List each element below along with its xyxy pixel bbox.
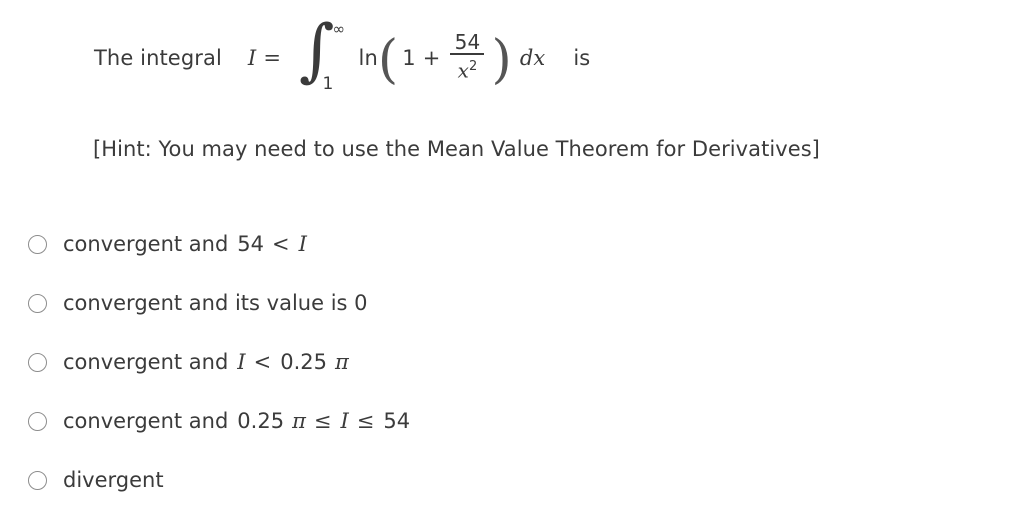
- answer-option-2[interactable]: convergent and its value is 0: [28, 287, 988, 319]
- answer-option-4-label: convergent and 0.25 π ≤ I ≤ 54: [63, 409, 410, 433]
- integral-limits: ∞ 1: [323, 18, 355, 96]
- integral-upper-limit: ∞: [332, 20, 346, 38]
- integral-lower-limit: 1: [322, 74, 334, 94]
- differential-dx: dx: [519, 46, 546, 70]
- option-3-pi: π: [334, 350, 349, 374]
- answer-option-3-label: convergent and I < 0.25 π: [63, 350, 349, 374]
- option-1-number: 54: [237, 232, 265, 256]
- option-4-relation-1: ≤: [313, 409, 332, 433]
- option-3-text: convergent and: [63, 350, 229, 374]
- option-2-text: convergent and its value is 0: [63, 291, 368, 315]
- option-4-relation-2: ≤: [356, 409, 375, 433]
- radio-button-option-1[interactable]: [28, 234, 47, 254]
- option-3-number: 0.25: [280, 350, 327, 374]
- fraction-denominator: x2: [455, 55, 481, 83]
- answer-option-1[interactable]: convergent and 54 < I: [28, 228, 988, 260]
- option-4-pi: π: [292, 409, 306, 433]
- radio-button-option-4[interactable]: [28, 411, 47, 431]
- question-stem: The integral I = ∫ ∞ 1 ln ( 1 + 54 x2 ) …: [94, 12, 591, 98]
- answer-option-5-label: divergent: [63, 468, 164, 492]
- option-4-text: convergent and: [63, 409, 229, 433]
- answer-option-2-label: convergent and its value is 0: [63, 291, 368, 315]
- option-4-variable: I: [340, 409, 349, 433]
- hint-text: [Hint: You may need to use the Mean Valu…: [93, 137, 820, 161]
- answer-option-1-label: convergent and 54 < I: [63, 232, 307, 256]
- fraction-denominator-exponent: 2: [468, 59, 478, 75]
- question-stem-suffix: is: [573, 46, 591, 70]
- integral-expression: ∫ ∞ 1: [299, 12, 355, 98]
- option-1-variable: I: [298, 232, 307, 256]
- fraction: 54 x2: [450, 30, 485, 83]
- radio-button-option-3[interactable]: [28, 352, 47, 372]
- question-stem-prefix: The integral: [94, 46, 222, 70]
- option-1-relation: <: [272, 232, 290, 256]
- log-argument: 1 + 54 x2: [398, 30, 491, 84]
- answer-option-3[interactable]: convergent and I < 0.25 π: [28, 346, 988, 378]
- radio-button-option-5[interactable]: [28, 470, 47, 490]
- answer-options-list: convergent and 54 < I convergent and its…: [28, 228, 988, 523]
- option-4-number: 0.25: [237, 409, 285, 433]
- argument-first-term: 1: [402, 46, 416, 70]
- answer-option-5[interactable]: divergent: [28, 464, 988, 496]
- option-5-text: divergent: [63, 468, 164, 492]
- radio-button-option-2[interactable]: [28, 293, 47, 313]
- fraction-numerator: 54: [454, 30, 481, 55]
- natural-log-label: ln: [358, 46, 378, 70]
- answer-option-4[interactable]: convergent and 0.25 π ≤ I ≤ 54: [28, 405, 988, 437]
- option-3-variable: I: [237, 350, 246, 374]
- plus-operator: +: [422, 46, 441, 70]
- option-4-number-2: 54: [383, 409, 411, 433]
- equals-sign: =: [263, 46, 282, 70]
- fraction-denominator-base: x: [457, 58, 469, 83]
- option-3-relation: <: [253, 350, 272, 374]
- option-1-text: convergent and: [63, 232, 229, 256]
- integral-variable: I: [247, 46, 257, 70]
